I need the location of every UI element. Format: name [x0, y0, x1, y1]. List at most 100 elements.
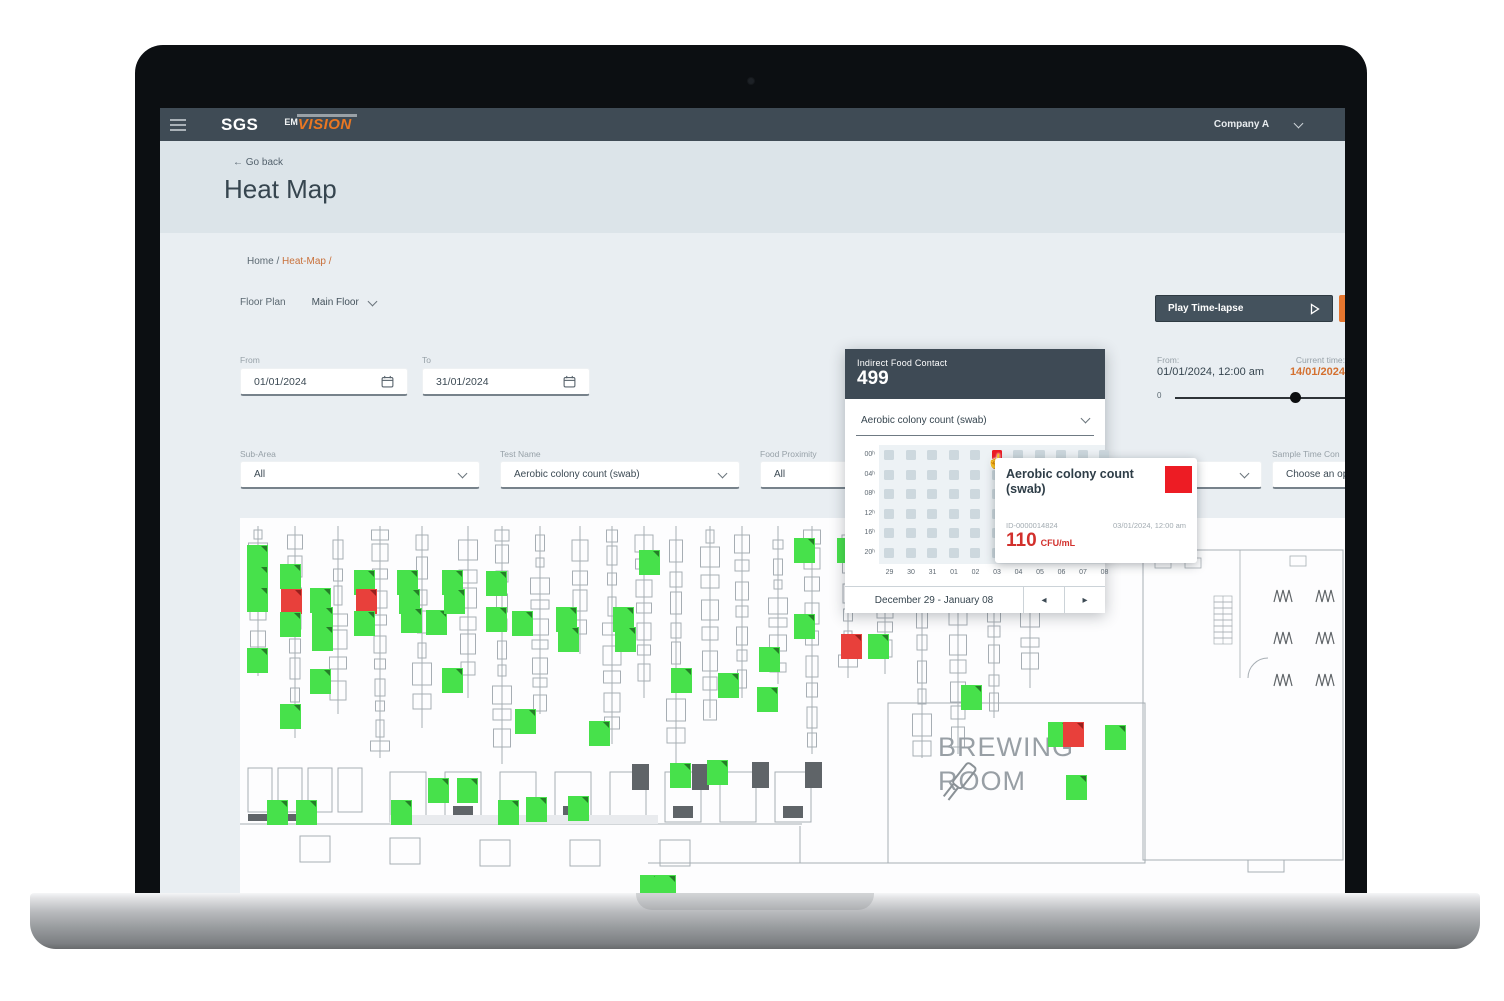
- grid-cell[interactable]: [906, 450, 916, 460]
- sample-point-marker[interactable]: [280, 564, 301, 589]
- grid-cell[interactable]: [949, 548, 959, 558]
- sample-point-marker[interactable]: [794, 614, 815, 639]
- grid-cell[interactable]: [949, 509, 959, 519]
- sample-point-marker[interactable]: [1066, 775, 1087, 800]
- slider-thumb[interactable]: [1290, 392, 1301, 403]
- grid-cell[interactable]: [884, 489, 894, 499]
- grid-cell[interactable]: [949, 528, 959, 538]
- timelapse-current-label: Current time:: [1296, 355, 1345, 365]
- sample-point-marker[interactable]: [267, 800, 288, 825]
- chevron-down-icon: [1081, 414, 1091, 424]
- floor-plan-canvas[interactable]: BREWINGROOM: [240, 518, 1345, 893]
- sample-point-marker[interactable]: [961, 685, 982, 710]
- slider-track[interactable]: [1175, 397, 1345, 399]
- sample-point-marker[interactable]: [568, 796, 589, 821]
- sample-point-marker[interactable]: [526, 797, 547, 822]
- go-back-link[interactable]: ← Go back: [233, 157, 1345, 168]
- sample-point-marker[interactable]: [442, 668, 463, 693]
- sample-point-marker[interactable]: [1063, 722, 1084, 747]
- breadcrumb-home[interactable]: Home: [247, 256, 274, 267]
- sample-point-marker[interactable]: [280, 704, 301, 729]
- grid-cell[interactable]: [970, 509, 980, 519]
- grid-cell[interactable]: [927, 548, 937, 558]
- grid-cell[interactable]: [884, 450, 894, 460]
- sample-point-marker[interactable]: [281, 589, 302, 614]
- grid-row-label: 04ʰ: [853, 471, 875, 478]
- from-date-input[interactable]: 01/01/2024: [240, 368, 408, 396]
- grid-cell[interactable]: [970, 489, 980, 499]
- sample-point-marker[interactable]: [589, 721, 610, 746]
- company-selector[interactable]: Company A: [1183, 119, 1333, 130]
- laptop-notch: [636, 893, 874, 910]
- timelapse-secondary-button[interactable]: [1339, 295, 1345, 322]
- grid-cell[interactable]: [970, 528, 980, 538]
- popup-prev-button[interactable]: ◂: [1023, 587, 1064, 613]
- grid-cell[interactable]: [949, 470, 959, 480]
- grid-cell[interactable]: [884, 509, 894, 519]
- sample-point-marker[interactable]: [639, 550, 660, 575]
- sample-point-marker[interactable]: [655, 875, 676, 893]
- grid-cell[interactable]: [906, 470, 916, 480]
- sample-point-marker[interactable]: [498, 800, 519, 825]
- sample-point-marker[interactable]: [615, 627, 636, 652]
- grid-cell[interactable]: [927, 470, 937, 480]
- grid-cell[interactable]: [884, 470, 894, 480]
- floor-plan-select[interactable]: Main Floor: [312, 297, 376, 308]
- grid-cell[interactable]: [927, 509, 937, 519]
- sample-point-marker[interactable]: [444, 589, 465, 614]
- sample-point-marker[interactable]: [247, 648, 268, 673]
- sample-point-marker[interactable]: [515, 709, 536, 734]
- grid-cell[interactable]: [949, 450, 959, 460]
- play-timelapse-button[interactable]: Play Time-lapse: [1155, 295, 1333, 322]
- sample-point-marker[interactable]: [868, 634, 889, 659]
- sample-point-marker[interactable]: [428, 778, 449, 803]
- to-date-input[interactable]: 31/01/2024: [422, 368, 590, 396]
- test-name-select[interactable]: Aerobic colony count (swab): [500, 461, 740, 489]
- grid-cell[interactable]: [927, 528, 937, 538]
- sample-point-marker[interactable]: [670, 763, 691, 788]
- grid-cell[interactable]: [970, 470, 980, 480]
- sample-point-marker[interactable]: [247, 587, 268, 612]
- sample-point-marker[interactable]: [457, 778, 478, 803]
- sample-point-marker[interactable]: [707, 760, 728, 785]
- sub-area-select[interactable]: All: [240, 461, 480, 489]
- tooltip-value: 110: [1006, 530, 1037, 552]
- grid-cell[interactable]: [970, 450, 980, 460]
- grid-cell[interactable]: [906, 528, 916, 538]
- grid-cell[interactable]: [949, 489, 959, 499]
- page-title: Heat Map: [224, 174, 1345, 205]
- sample-point-marker[interactable]: [296, 800, 317, 825]
- sample-point-marker[interactable]: [391, 800, 412, 825]
- sample-point-marker[interactable]: [280, 612, 301, 637]
- grid-row-label: 12ʰ: [853, 510, 875, 517]
- grid-cell[interactable]: [927, 450, 937, 460]
- sample-point-marker[interactable]: [312, 626, 333, 651]
- menu-icon[interactable]: [170, 119, 186, 131]
- grid-cell[interactable]: [906, 548, 916, 558]
- sample-point-marker[interactable]: [486, 571, 507, 596]
- sample-point-marker[interactable]: [757, 687, 778, 712]
- sample-point-marker[interactable]: [310, 669, 331, 694]
- sample-point-marker[interactable]: [354, 611, 375, 636]
- popup-test-select[interactable]: Aerobic colony count (swab): [856, 405, 1094, 436]
- sample-point-marker[interactable]: [512, 611, 533, 636]
- sample-point-marker[interactable]: [1105, 725, 1126, 750]
- popup-next-button[interactable]: ▸: [1064, 587, 1105, 613]
- breadcrumb-current[interactable]: Heat-Map: [282, 256, 326, 267]
- sample-time-select[interactable]: Choose an op: [1272, 461, 1345, 489]
- sample-point-marker[interactable]: [794, 538, 815, 563]
- sample-point-marker[interactable]: [401, 608, 422, 633]
- chevron-down-icon: [458, 468, 468, 478]
- sample-point-marker[interactable]: [841, 634, 862, 659]
- grid-cell[interactable]: [906, 489, 916, 499]
- sample-point-marker[interactable]: [671, 668, 692, 693]
- sample-point-marker[interactable]: [558, 627, 579, 652]
- grid-cell[interactable]: [884, 548, 894, 558]
- grid-cell[interactable]: [970, 548, 980, 558]
- grid-cell[interactable]: [906, 509, 916, 519]
- sample-point-marker[interactable]: [718, 673, 739, 698]
- sample-point-marker[interactable]: [759, 647, 780, 672]
- grid-cell[interactable]: [927, 489, 937, 499]
- sample-point-marker[interactable]: [486, 607, 507, 632]
- grid-cell[interactable]: [884, 528, 894, 538]
